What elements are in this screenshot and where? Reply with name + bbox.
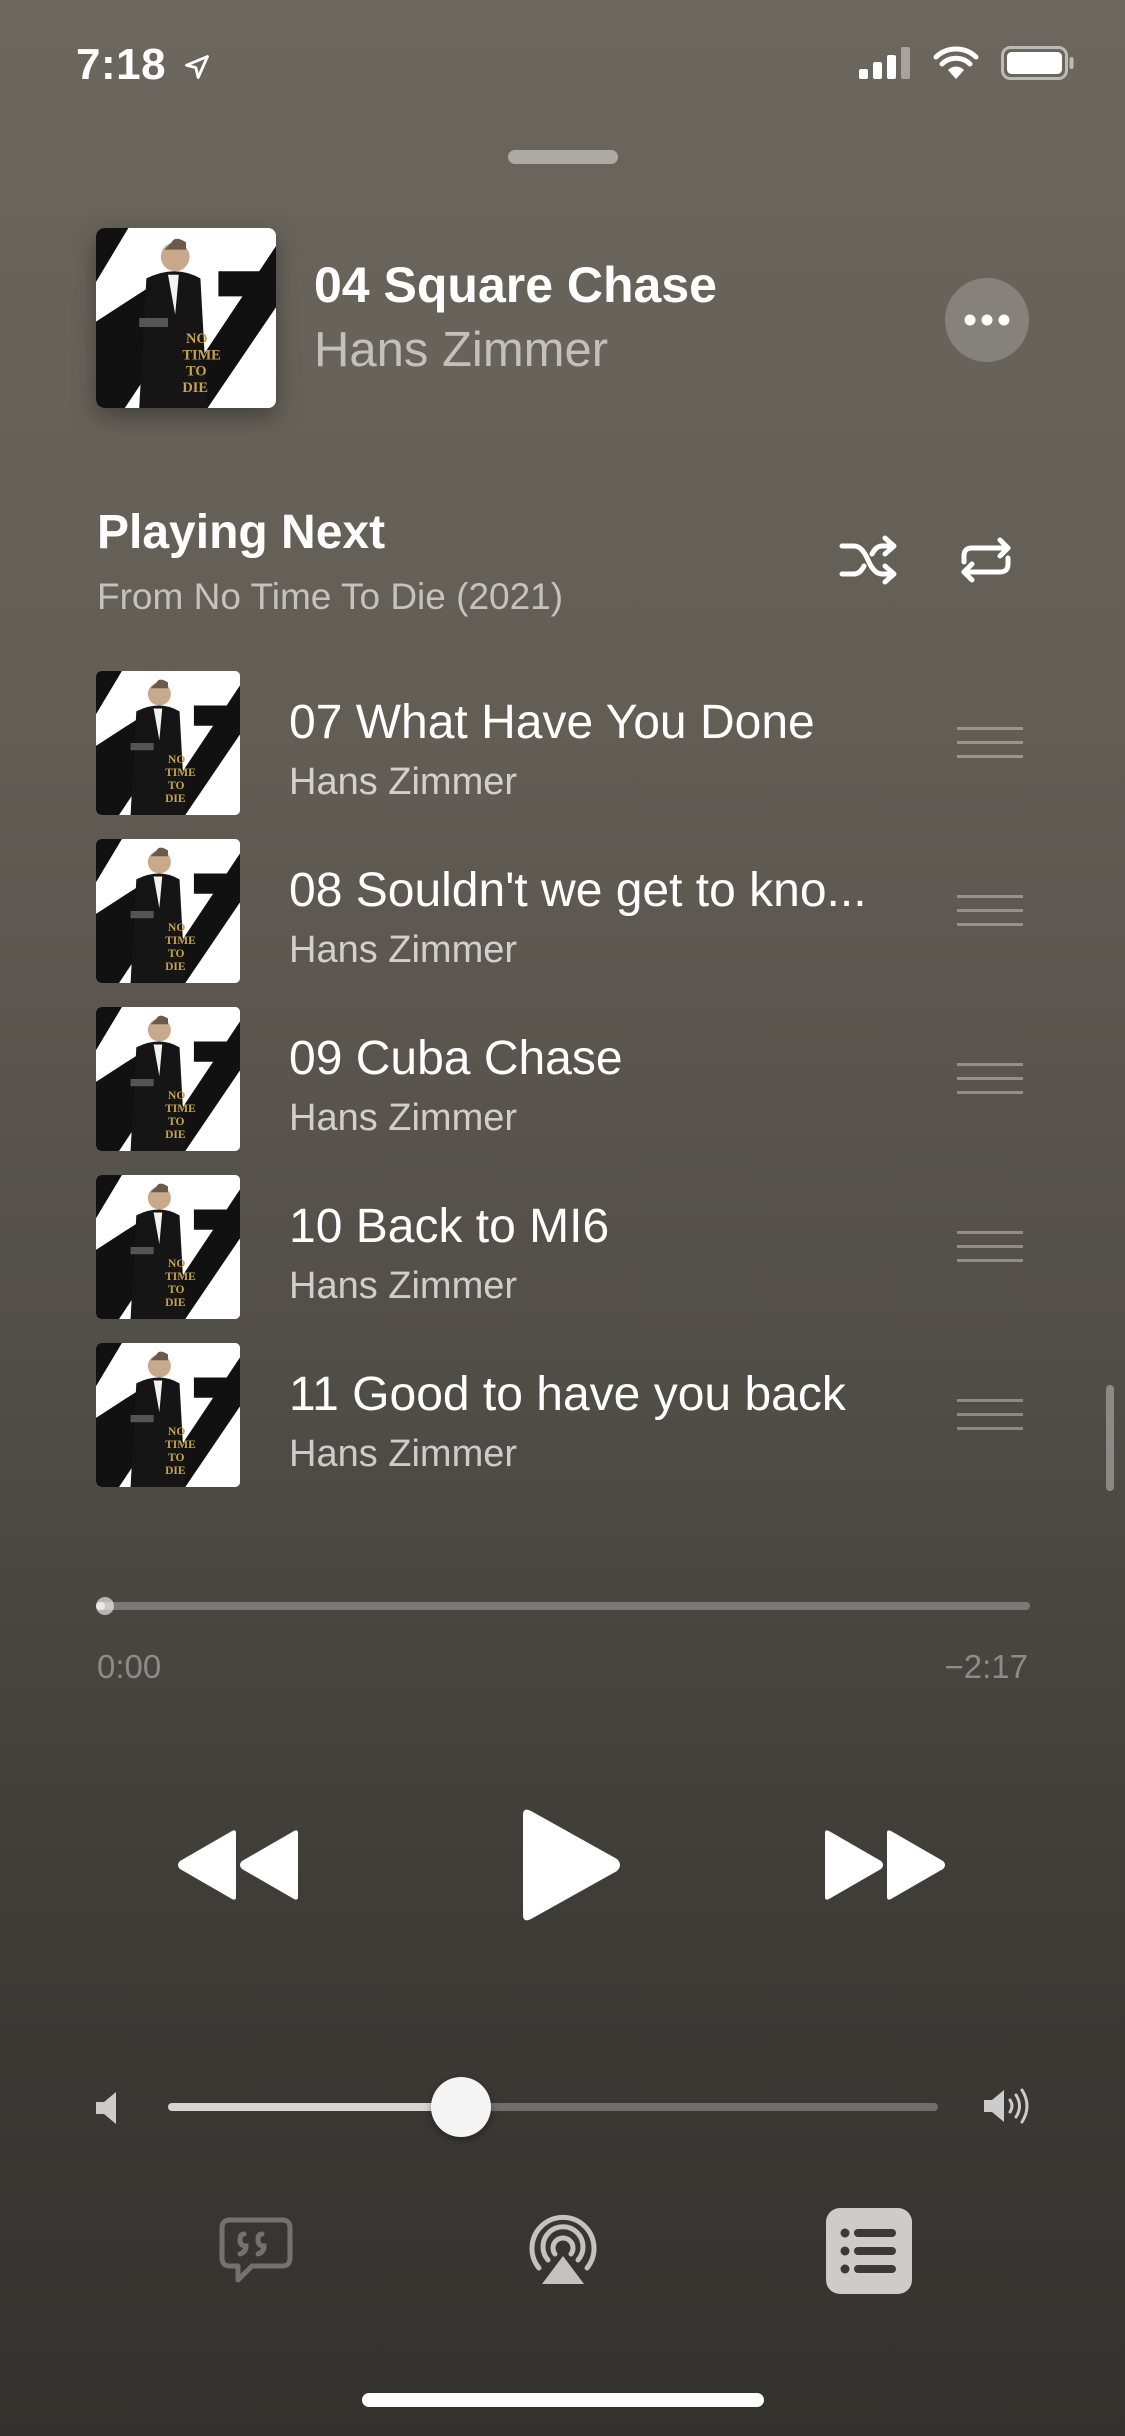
progress-knob[interactable] — [96, 1597, 114, 1615]
status-indicators — [859, 46, 1075, 80]
reorder-handle-icon[interactable] — [957, 1399, 1023, 1431]
playing-next-heading: Playing Next — [97, 506, 386, 559]
queue-item[interactable]: 07 What Have You Done Hans Zimmer — [96, 671, 1036, 815]
ellipsis-icon — [964, 314, 1010, 326]
volume-fill — [168, 2103, 461, 2111]
queue-list-icon — [840, 2228, 896, 2274]
queue-item-title: 09 Cuba Chase — [289, 1032, 623, 1085]
shuffle-button[interactable] — [838, 532, 898, 588]
repeat-button[interactable] — [958, 532, 1014, 588]
status-time: 7:18 — [76, 40, 211, 90]
now-playing-title: 04 Square Chase — [314, 257, 717, 313]
queue-item-artist: Hans Zimmer — [289, 761, 518, 803]
queue-item-artist: Hans Zimmer — [289, 929, 518, 971]
queue-item[interactable]: 08 Souldn't we get to kno... Hans Zimmer — [96, 839, 1036, 983]
queue-item-artist: Hans Zimmer — [289, 1097, 518, 1139]
play-button[interactable] — [510, 1800, 630, 1930]
battery-icon — [1001, 46, 1074, 80]
reorder-handle-icon[interactable] — [957, 1231, 1023, 1263]
now-playing-artwork — [96, 228, 276, 408]
volume-knob[interactable] — [430, 2077, 491, 2137]
remaining-time: −2:17 — [944, 1648, 1029, 1685]
lyrics-button[interactable] — [218, 2216, 294, 2286]
lyrics-icon — [219, 2217, 293, 2283]
queue-item-title: 11 Good to have you back — [289, 1368, 846, 1421]
queue-item[interactable]: 11 Good to have you back Hans Zimmer — [96, 1343, 1036, 1487]
fast-forward-button[interactable] — [815, 1820, 955, 1910]
playing-next-source: From No Time To Die (2021) — [97, 576, 564, 617]
queue-item-artwork — [96, 1343, 240, 1487]
location-arrow-icon — [184, 55, 209, 80]
queue-item-title: 10 Back to MI6 — [289, 1200, 610, 1253]
speaker-low-icon — [96, 2092, 116, 2124]
reorder-handle-icon[interactable] — [957, 895, 1023, 927]
more-button[interactable] — [945, 278, 1029, 362]
queue-item-artist: Hans Zimmer — [289, 1265, 518, 1307]
airplay-icon — [529, 2214, 597, 2284]
elapsed-time: 0:00 — [97, 1648, 162, 1685]
queue-item-artwork — [96, 839, 240, 983]
cellular-signal-icon — [859, 47, 910, 79]
queue-button[interactable] — [826, 2208, 912, 2294]
wifi-icon — [933, 46, 979, 79]
sheet-grabber[interactable] — [508, 150, 618, 164]
queue-item-title: 07 What Have You Done — [289, 696, 815, 749]
shuffle-icon — [839, 535, 897, 585]
speaker-high-icon — [984, 2088, 1029, 2124]
queue-item-artist: Hans Zimmer — [289, 1433, 518, 1475]
now-playing-artist[interactable]: Hans Zimmer — [314, 322, 608, 378]
home-indicator[interactable] — [362, 2393, 764, 2407]
rewind-icon — [178, 1830, 298, 1900]
scroll-indicator[interactable] — [1106, 1385, 1114, 1491]
airplay-button[interactable] — [528, 2212, 598, 2288]
play-icon — [523, 1809, 620, 1921]
queue-item[interactable]: 09 Cuba Chase Hans Zimmer — [96, 1007, 1036, 1151]
repeat-icon — [961, 537, 1011, 583]
queue-item-title: 08 Souldn't we get to kno... — [289, 864, 867, 917]
queue-item-artwork — [96, 1175, 240, 1319]
queue-item[interactable]: 10 Back to MI6 Hans Zimmer — [96, 1175, 1036, 1319]
rewind-button[interactable] — [168, 1820, 308, 1910]
fast-forward-icon — [825, 1830, 945, 1900]
reorder-handle-icon[interactable] — [957, 1063, 1023, 1095]
queue-item-artwork — [96, 1007, 240, 1151]
queue-item-artwork — [96, 671, 240, 815]
progress-track[interactable] — [96, 1602, 1030, 1610]
reorder-handle-icon[interactable] — [957, 727, 1023, 759]
